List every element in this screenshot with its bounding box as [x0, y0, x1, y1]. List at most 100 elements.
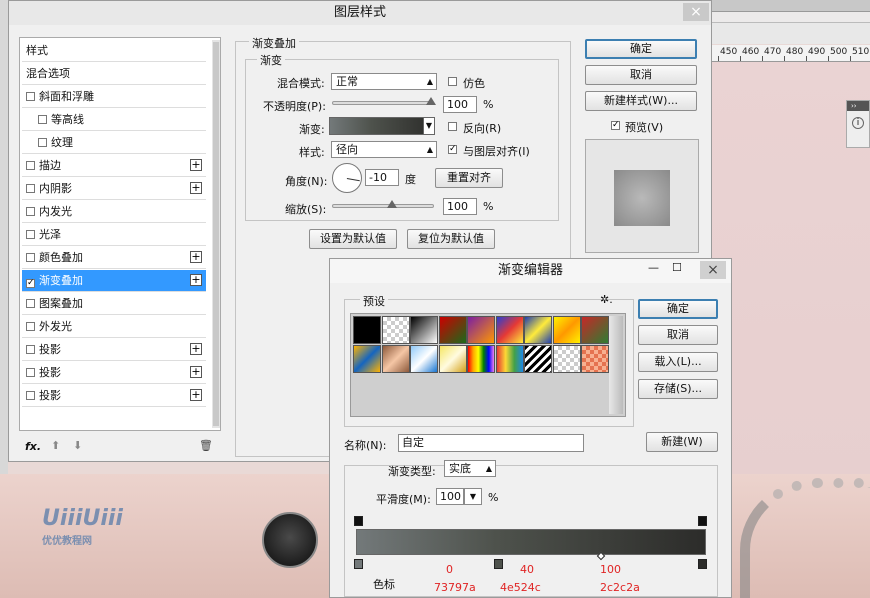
preset-swatch[interactable]: [524, 344, 552, 373]
minimize-icon[interactable]: —: [648, 261, 659, 274]
style-item[interactable]: 投影 +: [22, 339, 206, 361]
preset-swatch[interactable]: [524, 316, 552, 344]
editor-ok-button[interactable]: 确定: [638, 299, 718, 319]
preset-swatch[interactable]: [381, 316, 410, 344]
add-style-icon[interactable]: +: [190, 366, 202, 378]
trash-icon[interactable]: 🗑: [199, 439, 213, 452]
scale-slider-thumb[interactable]: [387, 200, 397, 208]
opacity-stop-left[interactable]: [354, 516, 363, 526]
style-item-checkbox[interactable]: [26, 345, 35, 354]
preset-swatch[interactable]: [353, 344, 381, 373]
scrollbar-thumb[interactable]: [213, 42, 219, 426]
style-item-checkbox[interactable]: [38, 138, 47, 147]
color-stop-0[interactable]: [354, 559, 363, 569]
new-gradient-button[interactable]: 新建(W): [646, 432, 718, 452]
add-style-icon[interactable]: +: [190, 159, 202, 171]
info-icon[interactable]: i: [852, 117, 864, 129]
style-item[interactable]: 纹理: [22, 132, 206, 154]
gear-icon[interactable]: ✲.: [600, 293, 613, 306]
reset-default-button[interactable]: 复位为默认值: [407, 229, 495, 249]
style-item[interactable]: 光泽: [22, 224, 206, 246]
preset-swatch[interactable]: [438, 316, 467, 344]
gradient-style-select[interactable]: 径向 ▲: [331, 141, 437, 158]
style-item[interactable]: 颜色叠加 +: [22, 247, 206, 269]
preset-swatch[interactable]: [495, 344, 524, 373]
angle-dial[interactable]: [332, 163, 362, 193]
fx-icon[interactable]: fx.: [25, 440, 41, 453]
style-item[interactable]: 斜面和浮雕: [22, 86, 206, 108]
save-button[interactable]: 存储(S)...: [638, 379, 718, 399]
style-item-checkbox[interactable]: [26, 230, 35, 239]
add-style-icon[interactable]: +: [190, 343, 202, 355]
scale-input[interactable]: 100: [443, 198, 477, 215]
preset-swatch[interactable]: [552, 316, 581, 344]
expand-icon[interactable]: ››: [847, 101, 869, 111]
add-style-icon[interactable]: +: [190, 274, 202, 286]
style-item-checkbox[interactable]: [38, 115, 47, 124]
close-icon[interactable]: ×: [683, 3, 709, 21]
style-item[interactable]: 图案叠加: [22, 293, 206, 315]
style-item[interactable]: 样式: [22, 40, 206, 62]
scale-slider[interactable]: [332, 204, 434, 208]
style-item-checkbox[interactable]: [26, 391, 35, 400]
editor-cancel-button[interactable]: 取消: [638, 325, 718, 345]
preset-swatch[interactable]: [353, 316, 381, 344]
maximize-icon[interactable]: ☐: [672, 261, 682, 274]
style-item[interactable]: 描边 +: [22, 155, 206, 177]
style-item[interactable]: 投影 +: [22, 362, 206, 384]
preset-swatch[interactable]: [552, 344, 581, 373]
style-item-checkbox[interactable]: [26, 161, 35, 170]
blend-mode-select[interactable]: 正常 ▲: [331, 73, 437, 90]
chevron-down-icon[interactable]: ▼: [423, 117, 435, 135]
preset-swatch[interactable]: [581, 316, 609, 344]
angle-input[interactable]: -10: [365, 169, 399, 186]
preset-swatch[interactable]: [581, 344, 609, 373]
collapsed-panel[interactable]: ›› i: [846, 100, 870, 148]
ok-button[interactable]: 确定: [585, 39, 697, 59]
new-style-button[interactable]: 新建样式(W)...: [585, 91, 697, 111]
cancel-button[interactable]: 取消: [585, 65, 697, 85]
close-icon[interactable]: ×: [700, 261, 726, 279]
style-item[interactable]: 等高线: [22, 109, 206, 131]
opacity-slider-thumb[interactable]: [426, 97, 436, 105]
gradient-bar[interactable]: [356, 529, 706, 555]
style-item-checkbox[interactable]: [26, 92, 35, 101]
preset-swatch[interactable]: [410, 316, 438, 344]
chevron-down-icon[interactable]: ▼: [464, 488, 482, 505]
smoothness-input[interactable]: 100: [436, 488, 464, 505]
gradient-picker[interactable]: [329, 117, 435, 135]
preview-checkbox[interactable]: ✓: [611, 121, 620, 130]
add-style-icon[interactable]: +: [190, 182, 202, 194]
style-item-checkbox[interactable]: [26, 184, 35, 193]
preset-swatch[interactable]: [410, 344, 438, 373]
color-stop-100[interactable]: [698, 559, 707, 569]
opacity-slider[interactable]: [332, 101, 434, 105]
preset-scrollbar[interactable]: [609, 316, 623, 414]
preset-swatch[interactable]: [467, 316, 495, 344]
style-item[interactable]: 混合选项: [22, 63, 206, 85]
style-item[interactable]: 外发光: [22, 316, 206, 338]
opacity-input[interactable]: 100: [443, 96, 477, 113]
load-button[interactable]: 载入(L)...: [638, 352, 718, 372]
style-item-checkbox[interactable]: [26, 322, 35, 331]
move-down-icon[interactable]: ⬇: [73, 439, 82, 452]
add-style-icon[interactable]: +: [190, 389, 202, 401]
style-item[interactable]: ✓ 渐变叠加 +: [22, 270, 206, 292]
reverse-checkbox[interactable]: [448, 122, 457, 131]
set-default-button[interactable]: 设置为默认值: [309, 229, 397, 249]
gradient-type-select[interactable]: 实底 ▲: [444, 460, 496, 477]
style-item-checkbox[interactable]: [26, 299, 35, 308]
style-item[interactable]: 内发光: [22, 201, 206, 223]
preset-swatch[interactable]: [381, 344, 410, 373]
style-item-checkbox[interactable]: ✓: [26, 279, 35, 288]
style-item[interactable]: 投影 +: [22, 385, 206, 407]
add-style-icon[interactable]: +: [190, 251, 202, 263]
style-item-checkbox[interactable]: [26, 207, 35, 216]
color-stop-40[interactable]: [494, 559, 503, 569]
opacity-stop-right[interactable]: [698, 516, 707, 526]
dither-checkbox[interactable]: [448, 77, 457, 86]
reset-align-button[interactable]: 重置对齐: [435, 168, 503, 188]
preset-swatch[interactable]: [495, 316, 524, 344]
align-layer-checkbox[interactable]: ✓: [448, 145, 457, 154]
move-up-icon[interactable]: ⬆: [51, 439, 60, 452]
